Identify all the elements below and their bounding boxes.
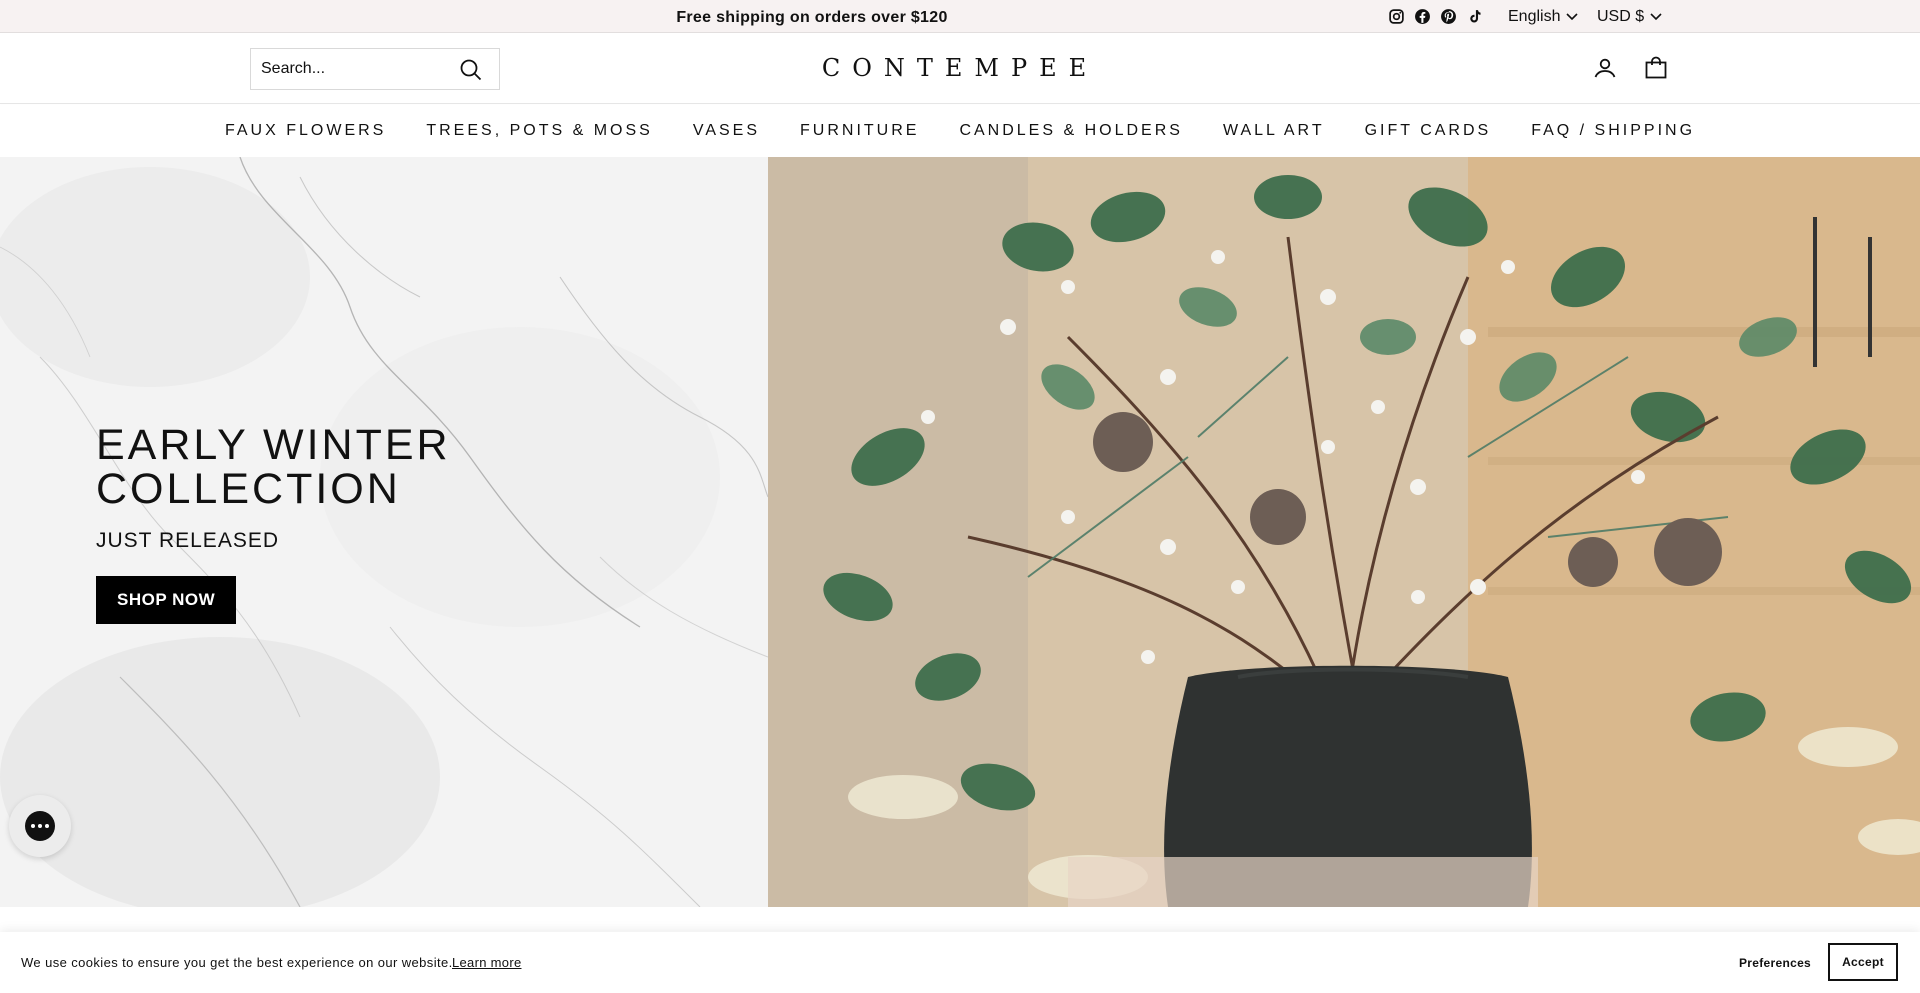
- site-header: CONTEMPEE: [0, 34, 1920, 104]
- nav-item-furniture[interactable]: FURNITURE: [780, 122, 939, 140]
- account-icon[interactable]: [1590, 53, 1620, 83]
- instagram-icon[interactable]: [1386, 6, 1406, 26]
- tiktok-icon[interactable]: [1464, 6, 1484, 26]
- chat-icon: [25, 811, 55, 841]
- chevron-down-icon: [1566, 13, 1579, 21]
- learn-more-link[interactable]: Learn more: [452, 955, 521, 970]
- shop-now-button[interactable]: SHOP NOW: [96, 576, 237, 624]
- nav-item-wall-art[interactable]: WALL ART: [1203, 122, 1345, 140]
- main-navigation: FAUX FLOWERS TREES, POTS & MOSS VASES FU…: [0, 105, 1920, 157]
- announcement-bar: Free shipping on orders over $120 Englis…: [0, 0, 1920, 33]
- nav-item-faux-flowers[interactable]: FAUX FLOWERS: [205, 122, 406, 140]
- nav-item-faq-shipping[interactable]: FAQ / SHIPPING: [1511, 122, 1715, 140]
- facebook-icon[interactable]: [1412, 6, 1432, 26]
- hero-content: EARLY WINTER COLLECTION JUST RELEASED SH…: [96, 423, 451, 624]
- pinterest-icon[interactable]: [1438, 6, 1458, 26]
- hero-image: [768, 157, 1920, 907]
- language-label: English: [1508, 8, 1561, 25]
- site-logo[interactable]: CONTEMPEE: [760, 54, 1160, 82]
- cookie-banner: We use cookies to ensure you get the bes…: [0, 932, 1920, 993]
- search-icon[interactable]: [457, 56, 485, 84]
- accept-button[interactable]: Accept: [1828, 943, 1898, 981]
- currency-selector[interactable]: USD $: [1597, 8, 1662, 26]
- nav-item-trees-pots-moss[interactable]: TREES, POTS & MOSS: [406, 122, 672, 140]
- search-form: [250, 48, 500, 90]
- currency-label: USD $: [1597, 8, 1645, 25]
- nav-item-candles-holders[interactable]: CANDLES & HOLDERS: [939, 122, 1203, 140]
- cart-icon[interactable]: [1641, 53, 1671, 83]
- announcement-text: Free shipping on orders over $120: [676, 9, 948, 26]
- social-links: [1386, 6, 1484, 26]
- chat-button[interactable]: [9, 795, 71, 857]
- marble-background: EARLY WINTER COLLECTION JUST RELEASED SH…: [0, 157, 768, 907]
- nav-item-vases[interactable]: VASES: [673, 122, 780, 140]
- hero-banner: EARLY WINTER COLLECTION JUST RELEASED SH…: [0, 157, 1920, 907]
- hero-title-line1: EARLY WINTER: [96, 421, 451, 469]
- preferences-button[interactable]: Preferences: [1739, 956, 1811, 970]
- hero-subtitle: JUST RELEASED: [96, 529, 279, 552]
- language-selector[interactable]: English: [1508, 8, 1579, 26]
- search-input[interactable]: [251, 49, 451, 89]
- chevron-down-icon: [1650, 13, 1662, 21]
- cookie-message: We use cookies to ensure you get the bes…: [21, 955, 453, 970]
- hero-title-line2: COLLECTION: [96, 465, 401, 513]
- nav-item-gift-cards[interactable]: GIFT CARDS: [1345, 122, 1512, 140]
